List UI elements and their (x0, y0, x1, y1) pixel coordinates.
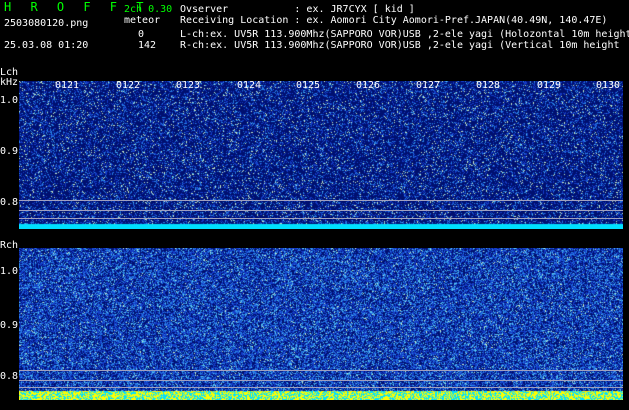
lch-unit: kHz (0, 77, 19, 88)
rch-tick-0-8: 0.8 (0, 371, 19, 382)
count-l: 0 (138, 29, 145, 40)
time-label: 0125 (296, 80, 321, 91)
rch-tick-1-0: 1.0 (0, 266, 19, 277)
lch-tick-1-0: 1.0 (0, 95, 19, 106)
rch-ref-line (19, 380, 623, 381)
rch-ref-line (19, 370, 623, 371)
rch-spectrogram (19, 248, 623, 400)
lch-ref-line (19, 218, 623, 219)
rch-label: Rch (0, 240, 19, 251)
lch-tick-0-9: 0.9 (0, 146, 19, 157)
lch-ref-line (19, 200, 623, 201)
location-info: Receiving Location : ex. Aomori City Aom… (180, 15, 608, 26)
observer-info: Ovserver : ex. JR7CYX [ kid ] (180, 4, 415, 15)
lch-spectrogram (19, 81, 623, 229)
version-label: 2ch 0.30 (124, 4, 173, 15)
lch-ref-line (19, 210, 623, 211)
capture-datetime: 25.03.08 01:20 (4, 40, 89, 51)
mode-label: meteor (124, 15, 161, 26)
time-label: 0128 (476, 80, 501, 91)
time-label: 0127 (416, 80, 441, 91)
r-channel-info: R-ch:ex. UV5R 113.900Mhz(SAPPORO VOR)USB… (180, 40, 620, 51)
time-label: 0121 (55, 80, 80, 91)
time-label: 0124 (237, 80, 262, 91)
rch-ref-line (19, 387, 623, 388)
time-label: 0122 (116, 80, 141, 91)
time-label: 0129 (537, 80, 562, 91)
count-r: 142 (138, 40, 157, 51)
time-label: 0130 (596, 80, 621, 91)
lch-tick-0-8: 0.8 (0, 197, 19, 208)
time-label: 0123 (176, 80, 201, 91)
l-channel-info: L-ch:ex. UV5R 113.900Mhz(SAPPORO VOR)USB… (180, 29, 629, 40)
time-label: 0126 (356, 80, 381, 91)
file-name: 2503080120.png (4, 18, 89, 29)
rch-tick-0-9: 0.9 (0, 320, 19, 331)
